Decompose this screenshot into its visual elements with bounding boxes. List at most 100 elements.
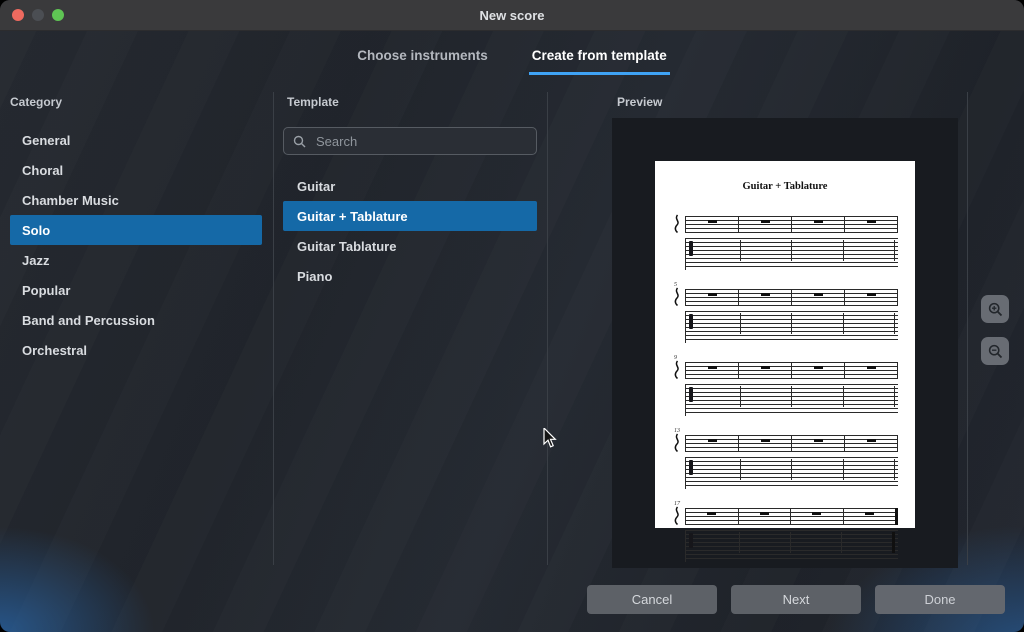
measure: [686, 362, 739, 379]
measure: [686, 289, 739, 306]
measure: [740, 532, 791, 553]
minimize-window-button[interactable]: [32, 9, 44, 21]
category-item-label: Chamber Music: [22, 192, 119, 208]
search-input[interactable]: [314, 132, 527, 150]
standard-staff: [672, 360, 898, 380]
mouse-cursor: [543, 428, 557, 448]
category-item-label: General: [22, 132, 71, 148]
template-item[interactable]: Guitar Tablature: [283, 231, 537, 261]
measure: [689, 386, 741, 407]
tab-clef-icon: [689, 314, 693, 329]
measure: [739, 216, 792, 233]
category-item[interactable]: Chamber Music: [10, 185, 262, 215]
standard-staff: [672, 506, 898, 526]
template-item[interactable]: Guitar + Tablature: [283, 201, 537, 231]
treble-clef-icon: [674, 287, 679, 307]
measure: [686, 508, 739, 525]
tab-choose-instruments[interactable]: Choose instruments: [354, 46, 491, 75]
measure: [739, 508, 791, 525]
done-button[interactable]: Done: [875, 585, 1005, 614]
tablature-staff: [672, 457, 898, 489]
measure-number: 13: [674, 428, 680, 434]
template-item[interactable]: Guitar: [283, 171, 537, 201]
category-item-label: Band and Percussion: [22, 312, 155, 328]
template-list: Guitar Guitar + Tablature Guitar Tablatu…: [283, 171, 537, 291]
score-title: Guitar + Tablature: [742, 181, 828, 192]
preview-panel-container: Preview Guitar + Tablature 5 9 13 17: [612, 95, 958, 568]
measure: [844, 313, 895, 334]
category-item-label: Popular: [22, 282, 71, 298]
measure: [689, 313, 741, 334]
measure: [689, 240, 741, 261]
category-item[interactable]: Choral: [10, 155, 262, 185]
template-header: Template: [287, 95, 339, 109]
measure: [844, 459, 895, 480]
category-item-label: Choral: [22, 162, 64, 178]
standard-staff: [672, 287, 898, 307]
measure: [845, 362, 898, 379]
measure: [845, 435, 898, 452]
tablature-staff: [672, 238, 898, 270]
measure: [686, 435, 739, 452]
measure: [739, 289, 792, 306]
category-item[interactable]: Popular: [10, 275, 262, 305]
zoom-in-icon: [988, 302, 1002, 316]
fullscreen-window-button[interactable]: [52, 9, 64, 21]
template-panel: Template Guitar Guitar + Tablature Guita…: [283, 95, 537, 291]
tab-create-from-template[interactable]: Create from template: [528, 46, 670, 75]
search-box[interactable]: [283, 127, 537, 155]
close-window-button[interactable]: [12, 9, 24, 21]
staff-system: [672, 208, 898, 270]
cancel-button[interactable]: Cancel: [587, 585, 717, 614]
next-button[interactable]: Next: [731, 585, 861, 614]
new-score-window: New score Choose instruments Create from…: [0, 0, 1024, 632]
zoom-in-button[interactable]: [981, 295, 1009, 323]
measure: [792, 362, 845, 379]
measure: [791, 532, 842, 553]
measure: [689, 532, 740, 553]
preview-header: Preview: [617, 95, 663, 109]
measure: [842, 532, 895, 553]
category-item[interactable]: Orchestral: [10, 335, 262, 365]
separator: [273, 92, 274, 565]
measure: [792, 313, 844, 334]
category-item-label: Orchestral: [22, 342, 88, 358]
measure-number: 5: [674, 282, 677, 288]
measure: [739, 435, 792, 452]
category-item[interactable]: Solo: [10, 215, 262, 245]
measure-number: [672, 208, 898, 216]
tab-clef-icon: [689, 387, 693, 402]
separator: [967, 92, 968, 565]
category-item[interactable]: Jazz: [10, 245, 262, 275]
separator: [547, 92, 548, 565]
zoom-out-button[interactable]: [981, 337, 1009, 365]
category-item-label: Solo: [22, 222, 51, 238]
tab-clef-icon: [689, 460, 693, 475]
measure-number: 9: [674, 355, 677, 361]
template-item-label: Guitar + Tablature: [297, 208, 408, 224]
staff-system: 5: [672, 281, 898, 343]
standard-staff: [672, 214, 898, 234]
titlebar: New score: [0, 0, 1024, 31]
window-title: New score: [479, 7, 545, 23]
measure: [792, 240, 844, 261]
measure: [741, 240, 792, 261]
category-item[interactable]: Band and Percussion: [10, 305, 262, 335]
staff-system: 17: [672, 500, 898, 562]
treble-clef-icon: [674, 214, 679, 234]
staff-system: 13: [672, 427, 898, 489]
treble-clef-icon: [674, 360, 679, 380]
template-item-label: Piano: [297, 268, 333, 284]
search-icon: [293, 135, 306, 147]
measure: [739, 362, 792, 379]
score-preview-page: Guitar + Tablature 5 9 13 17: [655, 161, 915, 562]
measure: [686, 216, 739, 233]
category-item[interactable]: General: [10, 125, 262, 155]
measure: [689, 459, 741, 480]
category-header: Category: [10, 95, 63, 109]
template-item[interactable]: Piano: [283, 261, 537, 291]
staff-system: 9: [672, 354, 898, 416]
measure: [741, 459, 792, 480]
measure: [792, 435, 845, 452]
category-list: General Choral Chamber Music Solo Jazz P…: [10, 125, 262, 365]
